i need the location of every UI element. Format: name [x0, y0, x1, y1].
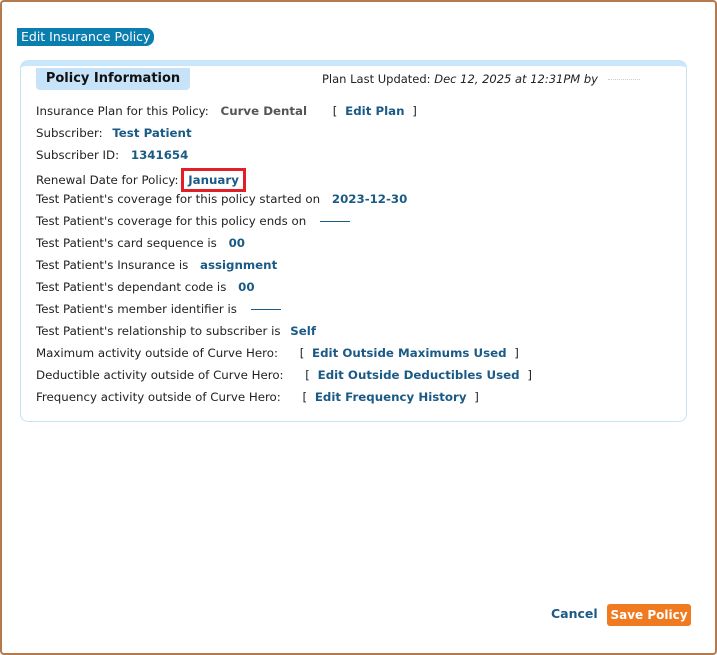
- max-label: Maximum activity outside of Curve Hero:: [36, 346, 278, 360]
- member-row: Test Patient's member identifier is: [36, 300, 281, 318]
- frequency-row: Frequency activity outside of Curve Hero…: [36, 390, 479, 404]
- deductible-row: Deductible activity outside of Curve Her…: [36, 368, 532, 382]
- updated-by-blank: [607, 79, 640, 80]
- frequency-label: Frequency activity outside of Curve Hero…: [36, 390, 281, 404]
- dialog-title: Edit Insurance Policy: [17, 28, 155, 46]
- subscriber-id-value: 1341654: [130, 148, 189, 162]
- save-policy-button[interactable]: Save Policy: [607, 604, 691, 626]
- plan-value: Curve Dental: [220, 104, 308, 118]
- coverage-end-value[interactable]: [320, 221, 351, 222]
- cancel-button[interactable]: Cancel: [551, 606, 598, 621]
- renewal-row: Renewal Date for Policy: January: [36, 168, 246, 192]
- coverage-end-label: Test Patient's coverage for this policy …: [36, 214, 307, 228]
- subscriber-label: Subscriber:: [36, 126, 103, 140]
- insurance-row: Test Patient's Insurance is assignment: [36, 256, 277, 274]
- subscriber-value: Test Patient: [112, 126, 192, 140]
- max-row: Maximum activity outside of Curve Hero: …: [36, 346, 519, 360]
- insurance-label: Test Patient's Insurance is: [36, 258, 189, 272]
- subscriber-id-label: Subscriber ID:: [36, 148, 120, 162]
- card-sequence-row: Test Patient's card sequence is 00: [36, 234, 245, 252]
- relationship-value: Self: [290, 324, 316, 338]
- relationship-label: Test Patient's relationship to subscribe…: [36, 324, 281, 338]
- member-value[interactable]: [250, 309, 281, 310]
- subscriber-row: Subscriber: Test Patient: [36, 124, 192, 142]
- edit-frequency-history-link[interactable]: Edit Frequency History: [315, 390, 467, 404]
- insurance-value: assignment: [200, 258, 278, 272]
- updated-label: Plan Last Updated:: [322, 72, 431, 86]
- coverage-start-value: 2023-12-30: [331, 192, 408, 206]
- dependant-value: 00: [238, 280, 255, 294]
- renewal-label: Renewal Date for Policy:: [36, 173, 179, 187]
- card-sequence-label: Test Patient's card sequence is: [36, 236, 217, 250]
- member-label: Test Patient's member identifier is: [36, 302, 237, 316]
- subscriber-id-row: Subscriber ID: 1341654: [36, 146, 188, 164]
- plan-last-updated: Plan Last Updated: Dec 12, 2025 at 12:31…: [322, 72, 640, 86]
- dependant-row: Test Patient's dependant code is 00: [36, 278, 255, 296]
- edit-plan-link[interactable]: Edit Plan: [345, 104, 404, 118]
- dependant-label: Test Patient's dependant code is: [36, 280, 227, 294]
- relationship-row: Test Patient's relationship to subscribe…: [36, 322, 316, 340]
- renewal-value[interactable]: January: [181, 168, 246, 192]
- coverage-end-row: Test Patient's coverage for this policy …: [36, 212, 351, 230]
- updated-value: Dec 12, 2025 at 12:31PM by: [434, 72, 598, 86]
- coverage-start-label: Test Patient's coverage for this policy …: [36, 192, 321, 206]
- coverage-start-row: Test Patient's coverage for this policy …: [36, 190, 407, 208]
- plan-row: Insurance Plan for this Policy: Curve De…: [36, 104, 417, 118]
- plan-label: Insurance Plan for this Policy:: [36, 104, 209, 118]
- card-sequence-value: 00: [228, 236, 245, 250]
- edit-outside-maximums-link[interactable]: Edit Outside Maximums Used: [312, 346, 507, 360]
- edit-outside-deductibles-link[interactable]: Edit Outside Deductibles Used: [318, 368, 520, 382]
- policy-info-tab[interactable]: Policy Information: [36, 68, 190, 90]
- deductible-label: Deductible activity outside of Curve Her…: [36, 368, 284, 382]
